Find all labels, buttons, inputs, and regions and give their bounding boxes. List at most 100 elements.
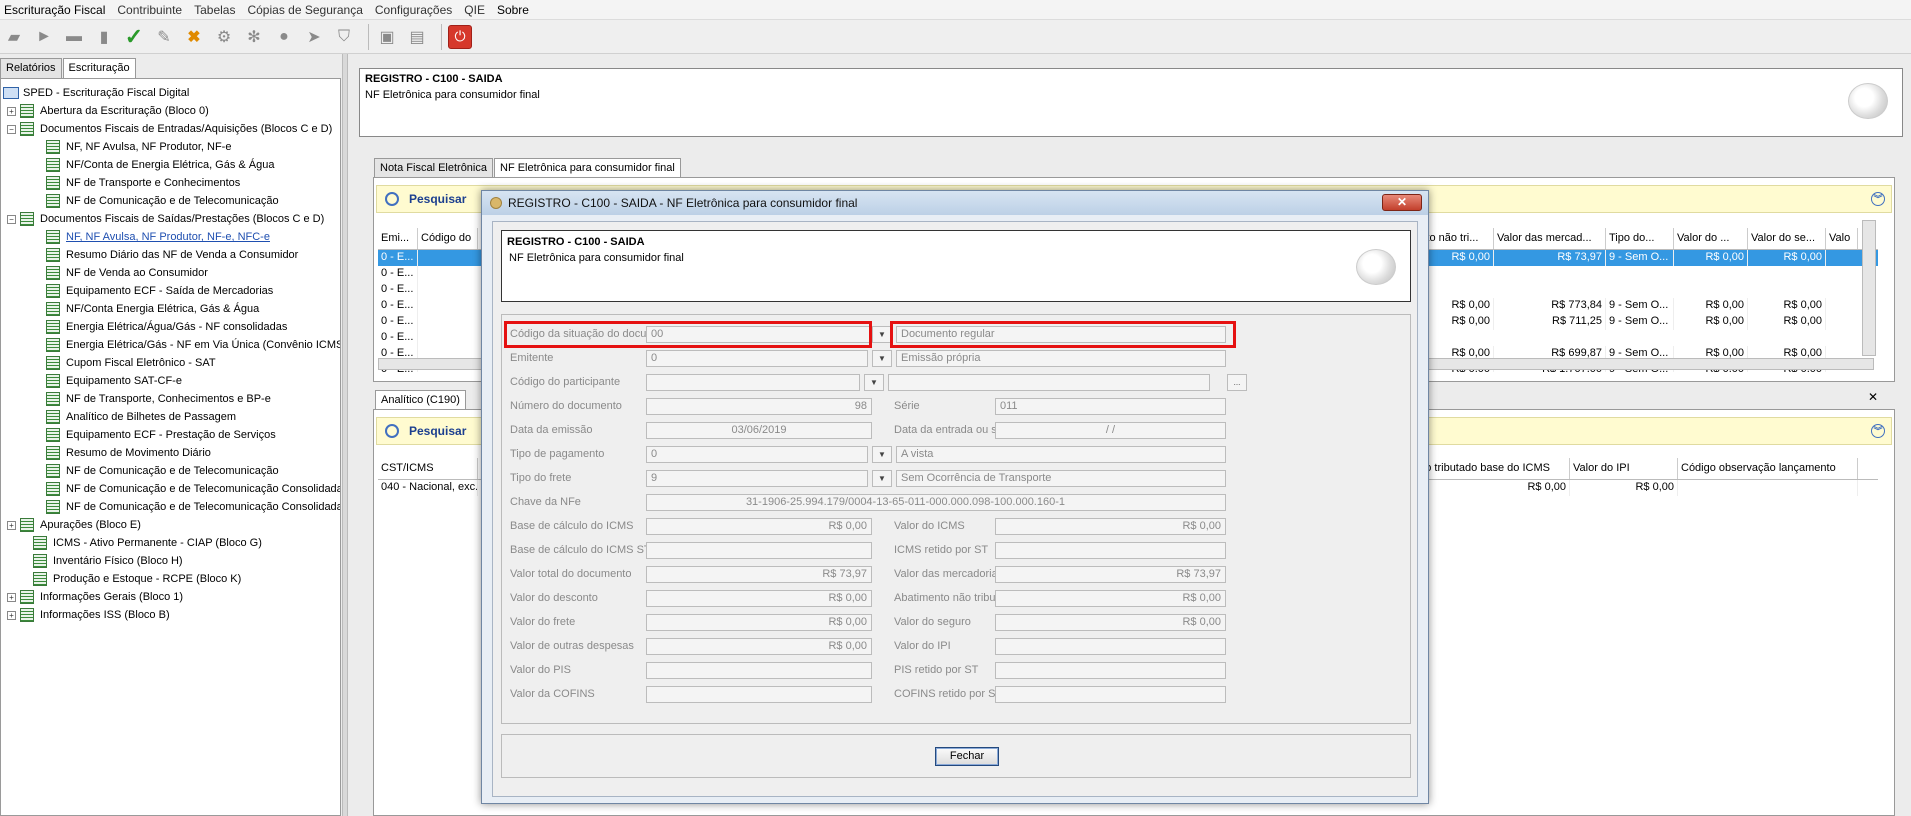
fechar-button[interactable]: Fechar: [935, 747, 999, 766]
tab-relatorios[interactable]: Relatórios: [0, 58, 62, 78]
dialog-titlebar[interactable]: REGISTRO - C100 - SAIDA - NF Eletrônica …: [482, 191, 1428, 215]
data-entrada-field[interactable]: / /: [995, 422, 1226, 439]
col-header[interactable]: Emi...: [378, 228, 418, 249]
col-header[interactable]: Valor do IPI: [1570, 458, 1678, 479]
icms-ret-st-field[interactable]: [995, 542, 1226, 559]
tree-node[interactable]: Cupom Fiscal Eletrônico - SAT: [46, 354, 216, 372]
emitente-field[interactable]: 0: [646, 350, 868, 367]
vl-desc-field[interactable]: R$ 0,00: [646, 590, 872, 607]
col-header[interactable]: CST/ICMS: [378, 458, 478, 479]
tree-node[interactable]: Produção e Estoque - RCPE (Bloco K): [33, 570, 241, 588]
serie-field[interactable]: 011: [995, 398, 1226, 415]
send-icon[interactable]: ➤: [302, 25, 326, 49]
tools-icon[interactable]: ⚙: [212, 25, 236, 49]
open-folder-icon[interactable]: ▬: [62, 25, 86, 49]
tree-node[interactable]: Energia Elétrica/Água/Gás - NF consolida…: [46, 318, 287, 336]
dropdown-arrow-icon[interactable]: ▼: [872, 350, 892, 367]
tree-node[interactable]: + Informações ISS (Bloco B): [7, 606, 170, 624]
save-icon[interactable]: ▣: [375, 25, 399, 49]
tree-node[interactable]: NF de Venda ao Consumidor: [46, 264, 208, 282]
dropdown-arrow-icon[interactable]: ▼: [864, 374, 884, 391]
save-as-icon[interactable]: ▤: [405, 25, 429, 49]
close-panel-icon[interactable]: ✕: [1868, 390, 1882, 404]
tree-node[interactable]: ICMS - Ativo Permanente - CIAP (Bloco G): [33, 534, 262, 552]
vl-pis-field[interactable]: [646, 662, 872, 679]
col-header[interactable]: Valo: [1826, 228, 1858, 249]
forward-icon[interactable]: ►: [32, 25, 56, 49]
dropdown-arrow-icon[interactable]: ▼: [872, 326, 892, 343]
bc-icms-st-field[interactable]: [646, 542, 872, 559]
tree-node[interactable]: Inventário Físico (Bloco H): [33, 552, 183, 570]
col-header[interactable]: Tipo do...: [1606, 228, 1674, 249]
tree-node[interactable]: + Abertura da Escrituração (Bloco 0): [7, 102, 209, 120]
tab-escrituracao[interactable]: Escrituração: [62, 58, 136, 78]
expand-icon[interactable]: +: [7, 106, 16, 116]
menu-escrituracao-fiscal[interactable]: Escrituração Fiscal: [4, 3, 105, 17]
tree-root[interactable]: SPED - Escrituração Fiscal Digital: [3, 84, 189, 102]
tab-nf-consumidor-final[interactable]: NF Eletrônica para consumidor final: [494, 158, 681, 178]
globe-icon[interactable]: ●: [272, 25, 296, 49]
vl-merc-field[interactable]: R$ 73,97: [995, 566, 1226, 583]
tree-node[interactable]: NF de Comunicação e de Telecomunicação: [46, 192, 279, 210]
vl-outras-field[interactable]: R$ 0,00: [646, 638, 872, 655]
participante-field[interactable]: [646, 374, 860, 391]
collapse-icon[interactable]: −: [7, 214, 16, 224]
tree-node[interactable]: Equipamento ECF - Prestação de Serviços: [46, 426, 276, 444]
tree-node[interactable]: − Documentos Fiscais de Saídas/Prestações…: [7, 210, 324, 228]
tree-node[interactable]: Energia Elétrica/Gás - NF em Via Única (…: [46, 336, 340, 354]
shield-icon[interactable]: ⛉: [332, 25, 356, 49]
settings-icon[interactable]: ✻: [242, 25, 266, 49]
delete-x-icon[interactable]: ✖: [182, 25, 206, 49]
tree-node[interactable]: NF de Comunicação e de Telecomunicação C…: [46, 498, 340, 516]
vl-total-field[interactable]: R$ 73,97: [646, 566, 872, 583]
tree-node[interactable]: Resumo Diário das NF de Venda a Consumid…: [46, 246, 298, 264]
cofins-ret-field[interactable]: [995, 686, 1226, 703]
col-header[interactable]: Valor do se...: [1748, 228, 1826, 249]
tree-node[interactable]: NF de Comunicação e de Telecomunicação: [46, 462, 279, 480]
menu-qie[interactable]: QIE: [464, 3, 485, 17]
expand-icon[interactable]: +: [7, 610, 16, 620]
tree-node[interactable]: NF de Transporte, Conhecimentos e BP-e: [46, 390, 271, 408]
pis-ret-field[interactable]: [995, 662, 1226, 679]
col-header[interactable]: Valor das mercad...: [1494, 228, 1606, 249]
panel-splitter[interactable]: [342, 54, 348, 816]
menu-copias-seguranca[interactable]: Cópias de Segurança: [247, 3, 362, 17]
tab-analitico-c190[interactable]: Analítico (C190): [375, 390, 466, 410]
menu-contribuinte[interactable]: Contribuinte: [117, 3, 182, 17]
validate-check-icon[interactable]: ✓: [122, 24, 146, 49]
tree-node[interactable]: Equipamento ECF - Saída de Mercadorias: [46, 282, 273, 300]
page-icon[interactable]: ▮: [92, 25, 116, 49]
col-header[interactable]: Código observação lançamento: [1678, 458, 1858, 479]
collapse-icon[interactable]: −: [7, 124, 16, 134]
tree-node[interactable]: NF de Comunicação e de Telecomunicação C…: [46, 480, 340, 498]
new-document-icon[interactable]: ▰: [2, 25, 26, 49]
expand-icon[interactable]: +: [7, 592, 16, 602]
vl-cofins-field[interactable]: [646, 686, 872, 703]
tab-nota-fiscal-eletronica[interactable]: Nota Fiscal Eletrônica: [374, 158, 493, 178]
dropdown-arrow-icon[interactable]: ▼: [872, 470, 892, 487]
tipo-pag-field[interactable]: 0: [646, 446, 868, 463]
tree-node[interactable]: + Apurações (Bloco E): [7, 516, 141, 534]
power-exit-icon[interactable]: ⏻: [448, 24, 472, 49]
tree-node[interactable]: Resumo de Movimento Diário: [46, 444, 211, 462]
tipo-frete-field[interactable]: 9: [646, 470, 868, 487]
chave-field[interactable]: 31-1906-25.994.179/0004-13-65-011-000.00…: [646, 494, 1226, 511]
vl-icms-field[interactable]: R$ 0,00: [995, 518, 1226, 535]
dropdown-arrow-icon[interactable]: ▼: [872, 446, 892, 463]
collapse-chevron-icon[interactable]: ︾: [1871, 424, 1885, 438]
bc-icms-field[interactable]: R$ 0,00: [646, 518, 872, 535]
collapse-chevron-icon[interactable]: ︾: [1871, 192, 1885, 206]
lookup-button[interactable]: ...: [1227, 374, 1247, 391]
menu-configuracoes[interactable]: Configurações: [375, 3, 452, 17]
vertical-scrollbar[interactable]: [1862, 220, 1876, 356]
tree-node[interactable]: NF de Transporte e Conhecimentos: [46, 174, 240, 192]
tree-node[interactable]: NF, NF Avulsa, NF Produtor, NF-e: [46, 138, 231, 156]
edit-icon[interactable]: ✎: [152, 25, 176, 49]
abat-field[interactable]: R$ 0,00: [995, 590, 1226, 607]
numero-field[interactable]: 98: [646, 398, 872, 415]
tree-node-selected[interactable]: NF, NF Avulsa, NF Produtor, NF-e, NFC-e: [46, 228, 270, 246]
menu-sobre[interactable]: Sobre: [497, 3, 529, 17]
tree-node[interactable]: NF/Conta Energia Elétrica, Gás & Água: [46, 300, 259, 318]
vl-seg-field[interactable]: R$ 0,00: [995, 614, 1226, 631]
col-header[interactable]: Código do: [418, 228, 478, 249]
